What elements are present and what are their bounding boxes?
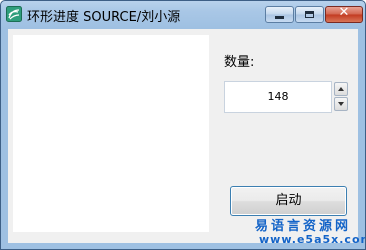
start-button[interactable]: 启动	[230, 186, 347, 216]
maximize-button[interactable]	[295, 6, 324, 23]
spin-up-button[interactable]	[334, 82, 348, 96]
app-icon	[6, 6, 22, 22]
minimize-button[interactable]	[265, 6, 294, 23]
app-window: 环形进度 SOURCE/刘小源 ✕ 数量: 148 启动 易语言资源网 www.…	[0, 0, 366, 250]
watermark-title: 易语言资源网	[255, 219, 352, 234]
arrow-up-icon	[338, 87, 344, 91]
quantity-input[interactable]: 148	[224, 81, 332, 113]
arrow-down-icon	[338, 102, 344, 106]
spin-down-button[interactable]	[334, 97, 348, 111]
maximize-icon	[305, 11, 314, 18]
window-title: 环形进度 SOURCE/刘小源	[27, 10, 181, 25]
title-bar[interactable]: 环形进度 SOURCE/刘小源 ✕	[1, 1, 365, 29]
watermark-url: www.e5a5x.com	[259, 233, 366, 246]
progress-canvas	[13, 35, 209, 232]
close-icon: ✕	[338, 5, 350, 20]
close-button[interactable]: ✕	[325, 5, 363, 23]
quantity-label: 数量:	[224, 55, 255, 70]
minimize-icon	[275, 16, 284, 19]
client-area: 数量: 148 启动	[8, 29, 358, 243]
